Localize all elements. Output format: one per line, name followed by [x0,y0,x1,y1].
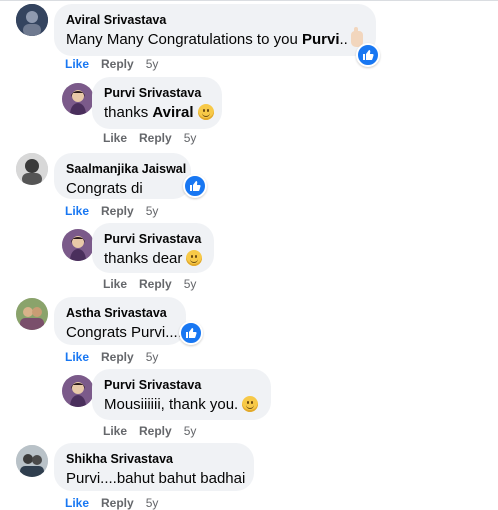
comment-bubble: Saalmanjika Jaiswal Congrats di [54,153,191,199]
reply-button[interactable]: Reply [101,496,134,510]
comment-actions: Like Reply 5y [103,424,196,438]
like-button[interactable]: Like [65,350,89,364]
timestamp[interactable]: 5y [146,350,159,364]
timestamp[interactable]: 5y [184,131,197,145]
comment-actions: Like Reply 5y [65,57,158,71]
avatar[interactable] [16,4,48,36]
timestamp[interactable]: 5y [146,57,159,71]
reply-button[interactable]: Reply [139,131,172,145]
like-reaction-icon[interactable] [183,174,207,198]
avatar[interactable] [16,153,48,185]
comment-author[interactable]: Purvi Srivastava [104,377,259,393]
comment-text: Purvi....bahut bahut badhai [66,470,246,487]
like-button[interactable]: Like [65,496,89,510]
avatar[interactable] [16,298,48,330]
like-reaction-icon[interactable] [356,43,380,67]
comment-author[interactable]: Aviral Srivastava [66,12,364,28]
comment-text: thanks Aviral [104,103,214,123]
avatar[interactable] [62,83,94,115]
comment-actions: Like Reply 5y [103,131,196,145]
comment-actions: Like Reply 5y [103,277,196,291]
comment-bubble: Purvi Srivastava thanks Aviral [92,77,222,129]
reply-button[interactable]: Reply [139,424,172,438]
timestamp[interactable]: 5y [184,277,197,291]
comment-author[interactable]: Shikha Srivastava [66,451,242,467]
smile-emoji-icon [186,250,203,266]
comment-text: Congrats di [66,180,143,197]
like-button[interactable]: Like [65,57,89,71]
comment-bubble: Astha Srivastava Congrats Purvi.... [54,297,186,345]
comment-bubble: Purvi Srivastava thanks dear [92,223,214,273]
comment-text: thanks dear [104,249,203,269]
comment-bubble: Aviral Srivastava Many Many Congratulati… [54,4,376,56]
comment-author[interactable]: Saalmanjika Jaiswal [66,161,186,177]
comment-text: Mousiiiiii, thank you. [104,395,259,415]
comment-actions: Like Reply 5y [65,204,158,218]
reply-button[interactable]: Reply [101,57,134,71]
comment-bubble: Purvi Srivastava Mousiiiiii, thank you. [92,369,271,420]
comment-bubble: Shikha Srivastava Purvi....bahut bahut b… [54,443,254,491]
reply-button[interactable]: Reply [101,204,134,218]
comment-author[interactable]: Purvi Srivastava [104,231,202,247]
like-button[interactable]: Like [103,277,127,291]
comment-actions: Like Reply 5y [65,496,158,510]
comment-text: Congrats Purvi.... [66,324,182,341]
reply-button[interactable]: Reply [139,277,172,291]
comment-author[interactable]: Purvi Srivastava [104,85,210,101]
top-divider [0,0,498,1]
avatar[interactable] [62,375,94,407]
comment-actions: Like Reply 5y [65,350,158,364]
comment-author[interactable]: Astha Srivastava [66,305,174,321]
comment-text: Many Many Congratulations to you Purvi.. [66,27,364,50]
like-button[interactable]: Like [103,131,127,145]
smile-emoji-icon [197,104,214,120]
avatar[interactable] [62,229,94,261]
like-reaction-icon[interactable] [179,321,203,345]
timestamp[interactable]: 5y [146,204,159,218]
timestamp[interactable]: 5y [184,424,197,438]
timestamp[interactable]: 5y [146,496,159,510]
smile-emoji-icon [242,396,259,412]
like-button[interactable]: Like [65,204,89,218]
avatar[interactable] [16,445,48,477]
like-button[interactable]: Like [103,424,127,438]
reply-button[interactable]: Reply [101,350,134,364]
